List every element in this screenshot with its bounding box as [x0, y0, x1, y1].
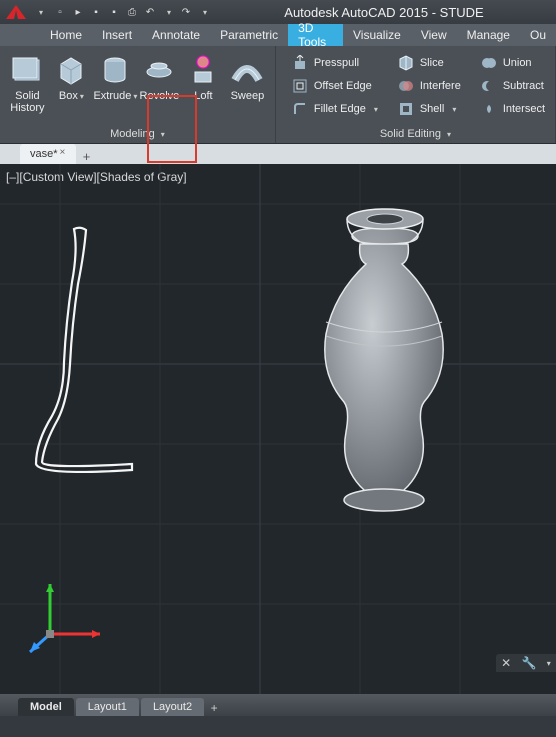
redo-icon[interactable]: ↷	[178, 4, 194, 20]
title-bar: ▫ ▸ ▪ ▪ ⎙ ↶ ↷ Autodesk AutoCAD 2015 - ST…	[0, 0, 556, 24]
menu-annotate[interactable]: Annotate	[142, 24, 210, 46]
extrude-button[interactable]: Extrude	[94, 50, 136, 105]
solid-history-label: Solid History	[10, 90, 44, 114]
document-tab-label: vase*	[30, 148, 58, 160]
revolve-button[interactable]: Revolve	[138, 50, 180, 104]
plot-icon[interactable]: ⎙	[124, 4, 140, 20]
pin-icon[interactable]: ✕	[501, 656, 511, 670]
ribbon: Solid History Box Extrude Revolve Loft S…	[0, 46, 556, 144]
solid-history-icon	[9, 52, 45, 88]
ribbon-panel-solid-editing: Presspull Offset Edge Fillet Edge Slice …	[276, 46, 556, 143]
document-tab-vase[interactable]: vase* ×	[20, 144, 76, 164]
union-icon	[481, 55, 497, 71]
loft-icon	[185, 52, 221, 88]
extrude-icon	[97, 52, 133, 88]
save-icon[interactable]: ▪	[88, 4, 104, 20]
tray-dropdown-icon[interactable]: ▾	[547, 659, 551, 668]
close-tab-icon[interactable]: ×	[60, 147, 72, 159]
slice-icon	[398, 55, 414, 71]
loft-button[interactable]: Loft	[182, 50, 224, 104]
subtract-button[interactable]: Subtract	[475, 75, 551, 97]
offset-edge-icon	[292, 78, 308, 94]
menu-parametric[interactable]: Parametric	[210, 24, 288, 46]
window-title: Autodesk AutoCAD 2015 - STUDE	[216, 5, 552, 20]
fillet-edge-button[interactable]: Fillet Edge	[286, 98, 384, 120]
revolve-label: Revolve	[140, 90, 180, 102]
add-layout-button[interactable]: +	[206, 700, 222, 716]
add-tab-button[interactable]: +	[78, 148, 96, 164]
intersect-button[interactable]: Intersect	[475, 98, 551, 120]
shell-icon	[398, 101, 414, 117]
presspull-button[interactable]: Presspull	[286, 52, 384, 74]
app-menu-dropdown[interactable]	[32, 4, 48, 20]
shell-button[interactable]: Shell	[392, 98, 467, 120]
fillet-edge-icon	[292, 101, 308, 117]
intersect-icon	[481, 101, 497, 117]
vase-solid[interactable]	[325, 209, 443, 511]
box-label: Box	[59, 90, 84, 103]
interfere-button[interactable]: Interfere	[392, 75, 467, 97]
menu-home[interactable]: Home	[40, 24, 92, 46]
vase-profile-sketch[interactable]	[36, 228, 132, 472]
menu-insert[interactable]: Insert	[92, 24, 142, 46]
sweep-label: Sweep	[231, 90, 265, 102]
undo-icon[interactable]: ↶	[142, 4, 158, 20]
interfere-icon	[398, 78, 414, 94]
subtract-icon	[481, 78, 497, 94]
menu-bar: Home Insert Annotate Parametric 3D Tools…	[0, 24, 556, 46]
revolve-icon	[141, 52, 177, 88]
solid-history-button[interactable]: Solid History	[6, 50, 48, 116]
new-icon[interactable]: ▫	[52, 4, 68, 20]
status-bar: Model Layout1 Layout2 +	[0, 694, 556, 716]
layout-tab-layout2[interactable]: Layout2	[141, 698, 204, 716]
layout-tab-layout1[interactable]: Layout1	[76, 698, 139, 716]
document-tab-strip: vase* × +	[0, 144, 556, 164]
panel-title-solid-editing[interactable]: Solid Editing	[380, 125, 451, 143]
box-icon	[53, 52, 89, 88]
extrude-label: Extrude	[93, 90, 137, 103]
saveas-icon[interactable]: ▪	[106, 4, 122, 20]
presspull-icon	[292, 55, 308, 71]
slice-button[interactable]: Slice	[392, 52, 467, 74]
ribbon-panel-modeling: Solid History Box Extrude Revolve Loft S…	[0, 46, 276, 143]
ucs-icon[interactable]	[20, 574, 110, 664]
offset-edge-button[interactable]: Offset Edge	[286, 75, 384, 97]
panel-title-modeling[interactable]: Modeling	[110, 125, 165, 143]
menu-3d-tools[interactable]: 3D Tools	[288, 24, 343, 46]
open-icon[interactable]: ▸	[70, 4, 86, 20]
union-button[interactable]: Union	[475, 52, 551, 74]
app-logo-icon[interactable]	[4, 3, 28, 21]
viewport[interactable]: [–][Custom View][Shades of Gray]	[0, 164, 556, 694]
wrench-icon[interactable]: 🔧	[522, 656, 537, 670]
loft-label: Loft	[194, 90, 212, 102]
menu-manage[interactable]: Manage	[457, 24, 520, 46]
viewport-status-tray: ✕ 🔧 ▾	[496, 654, 556, 672]
menu-visualize[interactable]: Visualize	[343, 24, 411, 46]
redo-dropdown[interactable]	[196, 4, 212, 20]
menu-output[interactable]: Ou	[520, 24, 556, 46]
menu-view[interactable]: View	[411, 24, 457, 46]
quick-access-toolbar: ▫ ▸ ▪ ▪ ⎙ ↶ ↷	[52, 4, 212, 20]
sweep-button[interactable]: Sweep	[226, 50, 268, 104]
box-button[interactable]: Box	[50, 50, 92, 105]
undo-dropdown[interactable]	[160, 4, 176, 20]
sweep-icon	[229, 52, 265, 88]
layout-tab-model[interactable]: Model	[18, 698, 74, 716]
